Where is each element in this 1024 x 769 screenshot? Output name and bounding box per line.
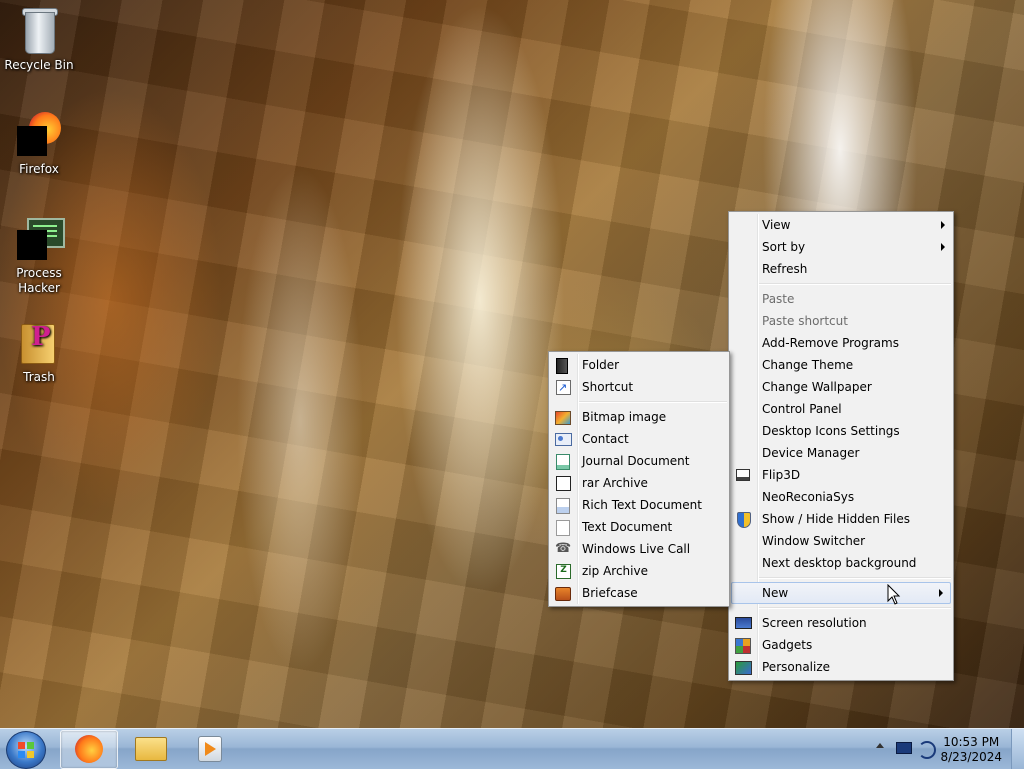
new-item-journal-document[interactable]: Journal Document bbox=[549, 450, 729, 472]
new-item-rar-archive[interactable]: rar Archive bbox=[549, 472, 729, 494]
menu-item-new[interactable]: New bbox=[731, 582, 951, 604]
system-tray: 10:53 PM 8/23/2024 bbox=[864, 729, 1024, 769]
menu-item-window-switcher[interactable]: Window Switcher bbox=[729, 530, 953, 552]
desktop-icon-label: Process Hacker bbox=[16, 266, 62, 295]
flip3d-icon bbox=[736, 469, 750, 481]
menu-separator bbox=[579, 401, 727, 403]
menu-item-desktop-icons-settings[interactable]: Desktop Icons Settings bbox=[729, 420, 953, 442]
taskbar-firefox-button[interactable] bbox=[60, 730, 118, 769]
text-document-icon bbox=[556, 520, 570, 536]
submenu-arrow-icon bbox=[941, 221, 945, 229]
gadgets-icon bbox=[735, 638, 751, 654]
new-item-shortcut[interactable]: Shortcut bbox=[549, 376, 729, 399]
mouse-cursor-icon bbox=[887, 584, 901, 605]
desktop-icon-firefox[interactable]: Firefox bbox=[1, 110, 77, 177]
trash-folder-icon: P bbox=[15, 318, 63, 366]
new-item-rich-text-document[interactable]: Rich Text Document bbox=[549, 494, 729, 516]
bitmap-icon bbox=[555, 411, 571, 425]
menu-item-device-manager[interactable]: Device Manager bbox=[729, 442, 953, 464]
briefcase-icon bbox=[555, 587, 571, 601]
recycle-bin-icon bbox=[15, 6, 63, 54]
desktop-icon-trash[interactable]: P Trash bbox=[1, 318, 77, 385]
media-player-icon bbox=[198, 736, 222, 762]
start-button[interactable] bbox=[6, 731, 46, 769]
show-desktop-button[interactable] bbox=[1011, 729, 1024, 769]
process-hacker-icon bbox=[15, 214, 65, 262]
shortcut-icon bbox=[556, 377, 571, 399]
rich-text-icon bbox=[556, 498, 570, 514]
desktop-icon-recycle-bin[interactable]: Recycle Bin bbox=[1, 6, 77, 73]
taskbar-explorer-button[interactable] bbox=[122, 730, 178, 767]
desktop-icon-label: Firefox bbox=[19, 162, 59, 176]
new-item-briefcase[interactable]: Briefcase bbox=[549, 582, 729, 604]
menu-item-show-hide-hidden-files[interactable]: Show / Hide Hidden Files bbox=[729, 508, 953, 530]
menu-item-change-theme[interactable]: Change Theme bbox=[729, 354, 953, 376]
menu-item-view[interactable]: View bbox=[729, 214, 953, 236]
firefox-icon bbox=[75, 735, 103, 763]
journal-icon bbox=[556, 454, 570, 470]
firefox-icon bbox=[15, 110, 63, 158]
desktop[interactable]: Recycle Bin Firefox Process Hacker P Tra… bbox=[0, 0, 1024, 728]
new-item-windows-live-call[interactable]: ☎ Windows Live Call bbox=[549, 538, 729, 560]
menu-item-personalize[interactable]: Personalize bbox=[729, 656, 953, 678]
desktop-icon-label: Recycle Bin bbox=[4, 58, 74, 72]
new-item-contact[interactable]: Contact bbox=[549, 428, 729, 450]
contact-icon bbox=[555, 433, 572, 446]
clock-date: 8/23/2024 bbox=[940, 750, 1002, 764]
monitor-icon bbox=[735, 617, 752, 629]
new-item-text-document[interactable]: Text Document bbox=[549, 516, 729, 538]
personalize-icon bbox=[735, 661, 752, 675]
menu-item-sort-by[interactable]: Sort by bbox=[729, 236, 953, 258]
menu-separator bbox=[759, 607, 951, 609]
menu-item-control-panel[interactable]: Control Panel bbox=[729, 398, 953, 420]
show-hidden-icons-icon[interactable] bbox=[876, 743, 884, 748]
menu-item-next-desktop-background[interactable]: Next desktop background bbox=[729, 552, 953, 574]
menu-item-paste-shortcut[interactable]: Paste shortcut bbox=[729, 310, 953, 332]
clock-time: 10:53 PM bbox=[943, 735, 1000, 749]
taskbar: 10:53 PM 8/23/2024 bbox=[0, 728, 1024, 769]
new-item-bitmap-image[interactable]: Bitmap image bbox=[549, 406, 729, 428]
clock[interactable]: 10:53 PM 8/23/2024 bbox=[940, 735, 1002, 765]
phone-icon: ☎ bbox=[555, 541, 572, 556]
desktop-context-menu: View Sort by Refresh Paste Paste shortcu… bbox=[728, 211, 954, 681]
zip-archive-icon: Z bbox=[556, 564, 571, 579]
menu-item-neoreconiasys[interactable]: NeoReconiaSys bbox=[729, 486, 953, 508]
new-item-zip-archive[interactable]: Zzip Archive bbox=[549, 560, 729, 582]
rar-archive-icon bbox=[556, 476, 571, 491]
menu-item-change-wallpaper[interactable]: Change Wallpaper bbox=[729, 376, 953, 398]
menu-item-screen-resolution[interactable]: Screen resolution bbox=[729, 612, 953, 634]
menu-item-add-remove-programs[interactable]: Add-Remove Programs bbox=[729, 332, 953, 354]
menu-item-gadgets[interactable]: Gadgets bbox=[729, 634, 953, 656]
menu-separator bbox=[759, 283, 951, 285]
folder-icon bbox=[556, 358, 568, 374]
new-submenu: Folder Shortcut Bitmap image Contact Jou… bbox=[548, 351, 730, 607]
folder-icon bbox=[135, 737, 167, 761]
menu-separator bbox=[759, 577, 951, 579]
menu-item-refresh[interactable]: Refresh bbox=[729, 258, 953, 280]
desktop-icon-process-hacker[interactable]: Process Hacker bbox=[1, 214, 77, 296]
volume-icon[interactable] bbox=[918, 741, 936, 759]
new-item-folder[interactable]: Folder bbox=[549, 354, 729, 376]
shield-icon bbox=[737, 512, 751, 528]
taskbar-media-player-button[interactable] bbox=[182, 730, 238, 767]
submenu-arrow-icon bbox=[941, 243, 945, 251]
submenu-arrow-icon bbox=[939, 589, 943, 597]
menu-item-flip3d[interactable]: Flip3D bbox=[729, 464, 953, 486]
network-icon[interactable] bbox=[896, 742, 912, 754]
desktop-icon-label: Trash bbox=[23, 370, 55, 384]
menu-item-paste[interactable]: Paste bbox=[729, 288, 953, 310]
